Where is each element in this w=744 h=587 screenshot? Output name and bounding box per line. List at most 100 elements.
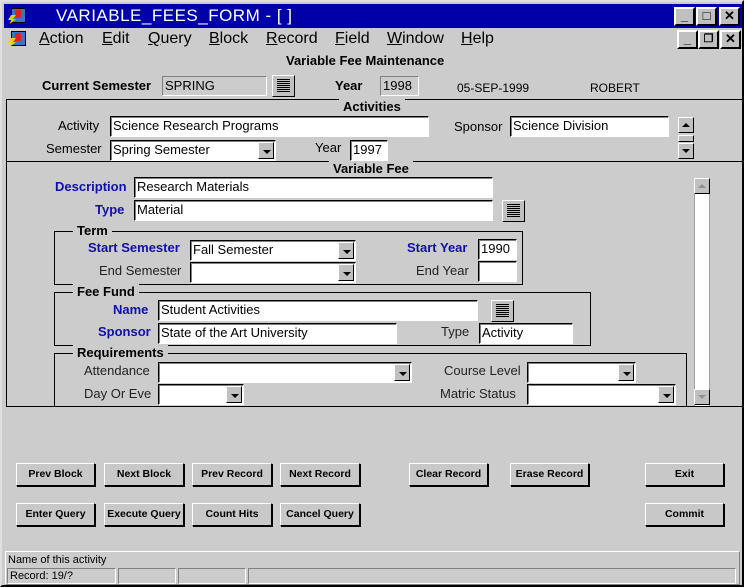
chevron-down-icon[interactable] — [338, 242, 354, 259]
count-hits-button[interactable]: Count Hits — [192, 503, 272, 526]
course-level-select[interactable] — [527, 362, 636, 383]
description-label: Description — [55, 179, 127, 194]
description-field[interactable]: Research Materials — [134, 177, 493, 198]
chevron-down-icon[interactable] — [394, 364, 410, 381]
mdi-minimize-button[interactable]: _ — [677, 30, 698, 49]
activities-scroll-thumb[interactable] — [678, 135, 694, 142]
activity-label: Activity — [58, 118, 100, 133]
fee-fund-name-field[interactable]: Student Activities — [158, 300, 478, 321]
prev-block-button[interactable]: Prev Block — [16, 463, 95, 486]
menu-bar: Action Edit Query Block Record Field Win… — [4, 28, 742, 52]
fee-fund-sponsor-field[interactable]: State of the Art University — [158, 323, 397, 344]
restore-icon: ❐ — [703, 33, 714, 45]
activities-year-field[interactable]: 1997 — [350, 140, 388, 161]
menu-query[interactable]: Query — [148, 30, 192, 48]
menu-action[interactable]: Action — [39, 30, 83, 48]
menu-help[interactable]: Help — [461, 30, 494, 48]
erase-record-button[interactable]: Erase Record — [510, 463, 589, 486]
menu-window[interactable]: Window — [387, 30, 444, 48]
chevron-down-icon[interactable] — [226, 386, 242, 403]
chevron-down-icon[interactable] — [338, 264, 354, 281]
attendance-select[interactable] — [158, 362, 412, 383]
execute-query-button[interactable]: Execute Query — [104, 503, 184, 526]
next-record-button[interactable]: Next Record — [280, 463, 360, 486]
block-left-border — [6, 99, 7, 407]
menu-edit[interactable]: Edit — [102, 30, 130, 48]
mdi-close-button[interactable]: ✕ — [720, 30, 741, 49]
variable-fee-scroll-up-button[interactable] — [694, 178, 710, 194]
form-window: VARIABLE_FEES_FORM - [ ] _ □ ✕ Action Ed… — [0, 0, 744, 587]
commit-button[interactable]: Commit — [645, 503, 724, 526]
chevron-down-icon[interactable] — [258, 142, 274, 159]
day-or-eve-select[interactable] — [158, 384, 244, 405]
matric-status-label: Matric Status — [440, 386, 516, 401]
cancel-query-button[interactable]: Cancel Query — [280, 503, 360, 526]
activities-semester-label: Semester — [46, 141, 102, 156]
variable-fee-section-title: Variable Fee — [329, 161, 413, 176]
activities-section-title: Activities — [339, 99, 405, 114]
activities-year-label: Year — [315, 140, 342, 155]
title-bar: VARIABLE_FEES_FORM - [ ] _ □ ✕ — [4, 4, 742, 28]
maximize-icon: □ — [702, 8, 711, 23]
activities-sponsor-label: Sponsor — [454, 119, 503, 134]
end-semester-select[interactable] — [190, 262, 356, 283]
variable-fee-scroll-down-button[interactable] — [694, 389, 710, 405]
type-field[interactable]: Material — [134, 200, 493, 221]
activities-sponsor-field[interactable]: Science Division — [510, 116, 669, 137]
current-semester-label: Current Semester — [42, 78, 152, 93]
fee-fund-name-label: Name — [113, 302, 149, 317]
variable-fee-scrollbar[interactable] — [694, 178, 710, 406]
start-semester-select[interactable]: Fall Semester — [190, 240, 356, 261]
minimize-button[interactable]: _ — [674, 7, 695, 26]
chevron-down-icon[interactable] — [658, 386, 674, 403]
status-cell-3 — [178, 568, 246, 584]
status-record-count: Record: 19/? — [7, 568, 116, 584]
activities-scroll-down-button[interactable] — [678, 143, 694, 159]
fee-fund-lov-button[interactable] — [491, 300, 514, 322]
close-icon: ✕ — [724, 8, 735, 23]
close-icon: ✕ — [725, 31, 736, 46]
current-user: ROBERT — [590, 81, 640, 95]
term-group-title: Term — [73, 223, 112, 238]
header-year-label: Year — [335, 78, 363, 93]
end-year-field[interactable] — [478, 261, 517, 282]
end-semester-label: End Semester — [99, 263, 182, 278]
fee-fund-sponsor-label: Sponsor — [98, 324, 151, 339]
form-title: Variable Fee Maintenance — [286, 53, 445, 68]
next-block-button[interactable]: Next Block — [104, 463, 184, 486]
menu-field[interactable]: Field — [335, 30, 370, 48]
end-year-label: End Year — [416, 263, 469, 278]
start-year-field[interactable]: 1990 — [478, 239, 517, 260]
matric-status-select[interactable] — [527, 384, 676, 405]
enter-query-button[interactable]: Enter Query — [16, 503, 95, 526]
chevron-down-icon[interactable] — [618, 364, 634, 381]
header-year-field[interactable]: 1998 — [380, 76, 419, 96]
activities-scroll-up-button[interactable] — [678, 117, 694, 133]
attendance-label: Attendance — [84, 363, 150, 378]
menu-block[interactable]: Block — [209, 30, 248, 48]
menu-record[interactable]: Record — [266, 30, 318, 48]
start-semester-label: Start Semester — [88, 240, 180, 255]
current-date: 05-SEP-1999 — [457, 81, 530, 95]
activities-semester-select[interactable]: Spring Semester — [110, 140, 276, 161]
window-title: VARIABLE_FEES_FORM - [ ] — [56, 6, 293, 25]
status-hint: Name of this activity — [8, 554, 107, 566]
prev-record-button[interactable]: Prev Record — [192, 463, 272, 486]
fee-fund-type-field[interactable]: Activity — [479, 323, 573, 344]
course-level-label: Course Level — [444, 363, 521, 378]
type-label: Type — [95, 202, 125, 217]
requirements-group-title: Requirements — [73, 345, 168, 360]
mdi-restore-button[interactable]: ❐ — [698, 30, 719, 49]
exit-button[interactable]: Exit — [645, 463, 724, 486]
type-lov-button[interactable] — [502, 200, 525, 222]
activity-field[interactable]: Science Research Programs — [110, 116, 429, 137]
maximize-button[interactable]: □ — [696, 7, 717, 26]
clear-record-button[interactable]: Clear Record — [409, 463, 488, 486]
app-icon[interactable] — [8, 7, 28, 25]
day-or-eve-label: Day Or Eve — [84, 386, 152, 401]
document-icon[interactable] — [8, 30, 28, 48]
current-semester-lov-button[interactable] — [272, 75, 295, 97]
current-semester-field[interactable]: SPRING — [162, 76, 267, 96]
status-cell-4 — [248, 568, 736, 584]
close-button[interactable]: ✕ — [719, 7, 740, 26]
